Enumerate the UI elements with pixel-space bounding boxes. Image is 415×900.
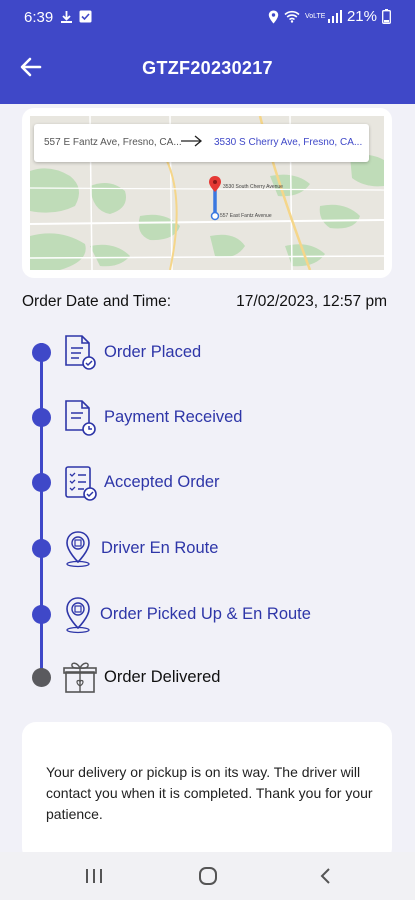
timeline-step-driver-en-route: Driver En Route [30,528,390,568]
order-date-label: Order Date and Time: [22,293,172,310]
timeline-label: Driver En Route [101,539,219,557]
route-map-card[interactable]: 3530 South Cherry Avenue 557 East Fantz … [22,108,392,278]
status-time: 6:39 [24,9,54,26]
signal-icon [327,10,342,23]
route-from-address: 557 E Fantz Ave, Fresno, CA... [44,137,182,148]
chevron-left-icon [320,868,330,884]
gallery-check-icon [79,10,92,23]
timeline-label: Order Picked Up & En Route [100,605,311,623]
timeline-step-accepted-order: Accepted Order [30,462,390,502]
timeline-step-payment-received: Payment Received [30,397,390,437]
app-bar: GTZF20230217 [0,34,415,104]
location-icon [268,10,279,23]
order-date-value: 17/02/2023, 12:57 pm [236,293,387,310]
location-pin-icon [66,597,90,634]
timeline-label: Accepted Order [104,473,220,491]
home-button[interactable] [196,866,220,886]
timeline-step-order-delivered: Order Delivered [30,657,390,697]
recent-apps-icon [86,869,102,883]
checklist-icon [65,466,97,501]
location-pin-icon [66,531,90,568]
timeline-step-order-placed: Order Placed [30,332,390,372]
nav-back-button[interactable] [314,866,338,886]
order-date-row: Order Date and Time: 17/02/2023, 12:57 p… [22,293,387,315]
system-indicators: VoLTE 21% [268,8,391,25]
route-to-address: 3530 S Cherry Ave, Fresno, CA... [214,137,363,148]
notification-icons [60,10,92,24]
home-icon [199,867,217,885]
status-message-text: Your delivery or pickup is on its way. T… [46,764,373,822]
status-bar: 6:39 VoLTE 21% [0,0,415,34]
download-icon [61,11,72,23]
timeline-dot [32,343,51,362]
arrow-right-icon [181,135,203,147]
route-summary: 557 E Fantz Ave, Fresno, CA... 3530 S Ch… [34,124,369,162]
map-pin-label-destination: 3530 South Cherry Avenue [223,184,283,190]
timeline-dot [32,605,51,624]
status-message-card: Your delivery or pickup is on its way. T… [22,722,392,862]
map-pin-label-origin: 557 East Fantz Avenue [220,213,272,219]
timeline-dot [32,473,51,492]
timeline-label: Order Placed [104,343,202,361]
timeline-step-order-picked-up: Order Picked Up & En Route [30,594,390,634]
wifi-icon [284,10,300,23]
document-check-icon [65,335,96,370]
recent-apps-button[interactable] [82,866,106,886]
gift-box-icon [63,662,97,693]
timeline-dot [32,408,51,427]
timeline-label: Payment Received [104,408,243,426]
battery-icon [382,9,391,24]
page-title: GTZF20230217 [142,58,273,78]
system-nav-bar [0,852,415,900]
network-type-label: VoLTE [304,13,326,20]
battery-percent: 21% [346,8,377,25]
timeline-dot [32,539,51,558]
document-clock-icon [65,400,96,436]
timeline-dot [32,668,51,687]
timeline-label: Order Delivered [104,668,221,686]
